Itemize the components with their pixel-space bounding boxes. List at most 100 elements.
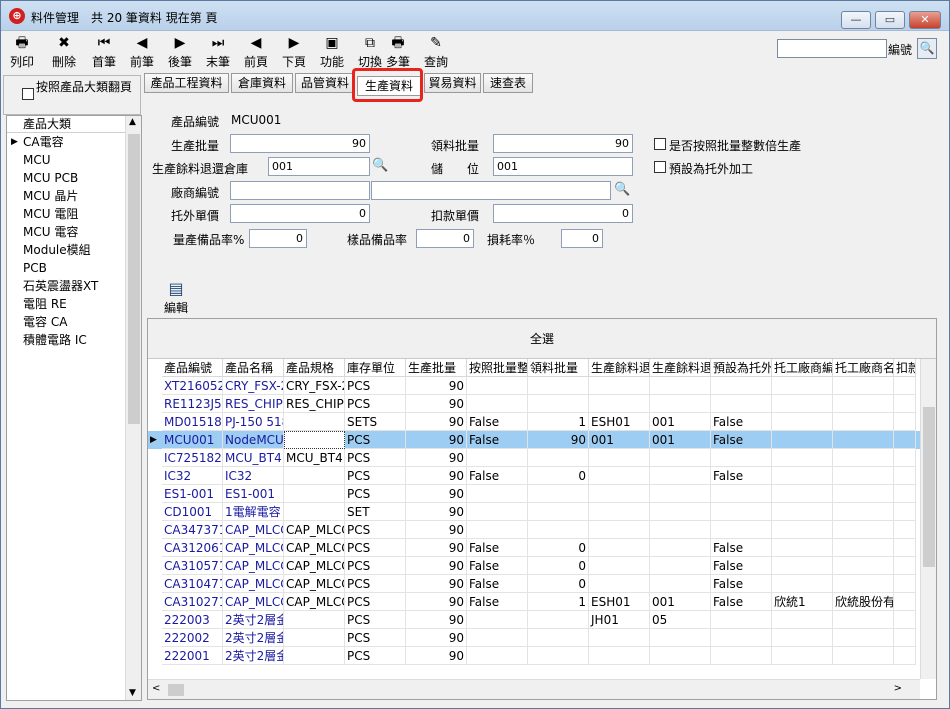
- table-cell[interactable]: CRY_FSX-2: [284, 377, 345, 395]
- table-cell[interactable]: [894, 629, 916, 647]
- table-cell[interactable]: 90: [406, 467, 467, 485]
- table-cell[interactable]: [650, 647, 711, 665]
- table-cell[interactable]: [528, 503, 589, 521]
- table-cell[interactable]: [833, 503, 894, 521]
- table-cell[interactable]: CAP_MLCC: [284, 539, 345, 557]
- table-cell[interactable]: NodeMCU瑾: [223, 431, 284, 449]
- table-cell[interactable]: [711, 395, 772, 413]
- scroll-left-icon[interactable]: <: [152, 683, 160, 694]
- table-cell[interactable]: PCS: [345, 647, 406, 665]
- table-cell[interactable]: 1: [528, 593, 589, 611]
- table-cell[interactable]: CAP_MLCC: [223, 557, 284, 575]
- table-cell[interactable]: MD0151822: [162, 413, 223, 431]
- table-cell[interactable]: SETS: [345, 413, 406, 431]
- category-item[interactable]: 石英震盪器XT: [7, 277, 141, 295]
- table-row[interactable]: RE1123J51 RES_CHIP RES_CHIP PCS 90: [148, 395, 920, 413]
- table-row[interactable]: 222001 2英寸2層金 PCS 90: [148, 647, 920, 665]
- table-cell[interactable]: False: [467, 413, 528, 431]
- table-cell[interactable]: [650, 467, 711, 485]
- table-cell[interactable]: [772, 575, 833, 593]
- table-cell[interactable]: CA3105712: [162, 557, 223, 575]
- column-header[interactable]: 生產餘料退: [589, 359, 650, 377]
- table-cell[interactable]: 222002: [162, 629, 223, 647]
- table-cell[interactable]: [894, 539, 916, 557]
- grid-vertical-scrollbar[interactable]: [920, 359, 936, 679]
- table-cell[interactable]: 0: [528, 557, 589, 575]
- column-header[interactable]: 產品編號: [162, 359, 223, 377]
- table-cell[interactable]: [833, 539, 894, 557]
- table-cell[interactable]: [894, 593, 916, 611]
- column-header[interactable]: 產品名稱: [223, 359, 284, 377]
- table-cell[interactable]: [528, 449, 589, 467]
- tab-1[interactable]: 倉庫資料: [231, 73, 293, 93]
- batch-input[interactable]: 90: [230, 134, 370, 153]
- table-cell[interactable]: IC32: [223, 467, 284, 485]
- column-header[interactable]: 扣款: [894, 359, 916, 377]
- table-cell[interactable]: [589, 449, 650, 467]
- column-header[interactable]: 預設為托外: [711, 359, 772, 377]
- category-item[interactable]: 電阻 RE: [7, 295, 141, 313]
- table-row[interactable]: CA3105712CAP_MLCCCAP_MLCCPCS90False0Fals…: [148, 557, 920, 575]
- table-cell[interactable]: False: [467, 575, 528, 593]
- table-cell[interactable]: [894, 413, 916, 431]
- table-row[interactable]: 222003 2英寸2層金 PCS 90 JH01 05: [148, 611, 920, 629]
- table-cell[interactable]: CA3473712: [162, 521, 223, 539]
- table-cell[interactable]: 90: [406, 611, 467, 629]
- table-cell[interactable]: CAP_MLCC: [223, 521, 284, 539]
- table-cell[interactable]: [650, 377, 711, 395]
- table-cell[interactable]: [467, 647, 528, 665]
- table-cell[interactable]: [467, 521, 528, 539]
- prev-page-button[interactable]: ◀ 前頁: [238, 34, 274, 72]
- table-cell[interactable]: 90: [406, 431, 467, 449]
- table-cell[interactable]: ESH01: [589, 413, 650, 431]
- column-header[interactable]: 按照批量整: [467, 359, 528, 377]
- table-row[interactable]: ▶MCU001NodeMCU瑾PCS90False90001001False: [148, 431, 920, 449]
- category-item[interactable]: MCU 晶片: [7, 187, 141, 205]
- table-cell[interactable]: [772, 377, 833, 395]
- tab-4[interactable]: 貿易資料: [424, 73, 481, 93]
- column-header[interactable]: 生產批量: [406, 359, 467, 377]
- table-row[interactable]: ES1-001 ES1-001 PCS 90: [148, 485, 920, 503]
- table-row[interactable]: MD0151822PJ-150 518SETS90False1ESH01001F…: [148, 413, 920, 431]
- table-cell[interactable]: CA3104712: [162, 575, 223, 593]
- table-cell[interactable]: [833, 377, 894, 395]
- table-cell[interactable]: MCU_BT4.0: [284, 449, 345, 467]
- table-cell[interactable]: 1: [528, 413, 589, 431]
- table-cell[interactable]: [772, 557, 833, 575]
- scroll-thumb[interactable]: [168, 684, 184, 696]
- table-cell[interactable]: [772, 485, 833, 503]
- table-cell[interactable]: [894, 647, 916, 665]
- table-cell[interactable]: [528, 611, 589, 629]
- tab-0[interactable]: 產品工程資料: [144, 73, 229, 93]
- table-cell[interactable]: RES_CHIP: [284, 395, 345, 413]
- table-cell[interactable]: 2英寸2層金: [223, 629, 284, 647]
- table-cell[interactable]: False: [467, 593, 528, 611]
- table-cell[interactable]: False: [711, 467, 772, 485]
- table-cell[interactable]: [894, 611, 916, 629]
- table-row[interactable]: CA3120612CAP_MLCCCAP_MLCCPCS90False0Fals…: [148, 539, 920, 557]
- column-header[interactable]: 產品規格: [284, 359, 345, 377]
- table-cell[interactable]: CAP_MLCC: [223, 575, 284, 593]
- table-cell[interactable]: PCS: [345, 395, 406, 413]
- table-cell[interactable]: [894, 449, 916, 467]
- table-cell[interactable]: 001: [589, 431, 650, 449]
- table-cell[interactable]: 90: [528, 431, 589, 449]
- search-icon[interactable]: 🔍: [614, 182, 630, 198]
- maximize-button[interactable]: ▭: [875, 11, 905, 29]
- table-cell[interactable]: [711, 611, 772, 629]
- select-all-button[interactable]: 全選: [148, 319, 936, 359]
- pick-input[interactable]: 90: [493, 134, 633, 153]
- table-cell[interactable]: 90: [406, 647, 467, 665]
- table-cell[interactable]: [467, 449, 528, 467]
- table-cell[interactable]: [284, 467, 345, 485]
- loss-rate-input[interactable]: 0: [561, 229, 603, 248]
- table-cell[interactable]: 001: [650, 593, 711, 611]
- minimize-button[interactable]: —: [841, 11, 871, 29]
- tab-5[interactable]: 速查表: [483, 73, 533, 93]
- scroll-thumb[interactable]: [128, 134, 140, 424]
- vendor-code-input[interactable]: [230, 181, 370, 200]
- table-cell[interactable]: ES1-001: [162, 485, 223, 503]
- table-cell[interactable]: 0: [528, 575, 589, 593]
- table-cell[interactable]: CA3120612: [162, 539, 223, 557]
- table-cell[interactable]: PCS: [345, 521, 406, 539]
